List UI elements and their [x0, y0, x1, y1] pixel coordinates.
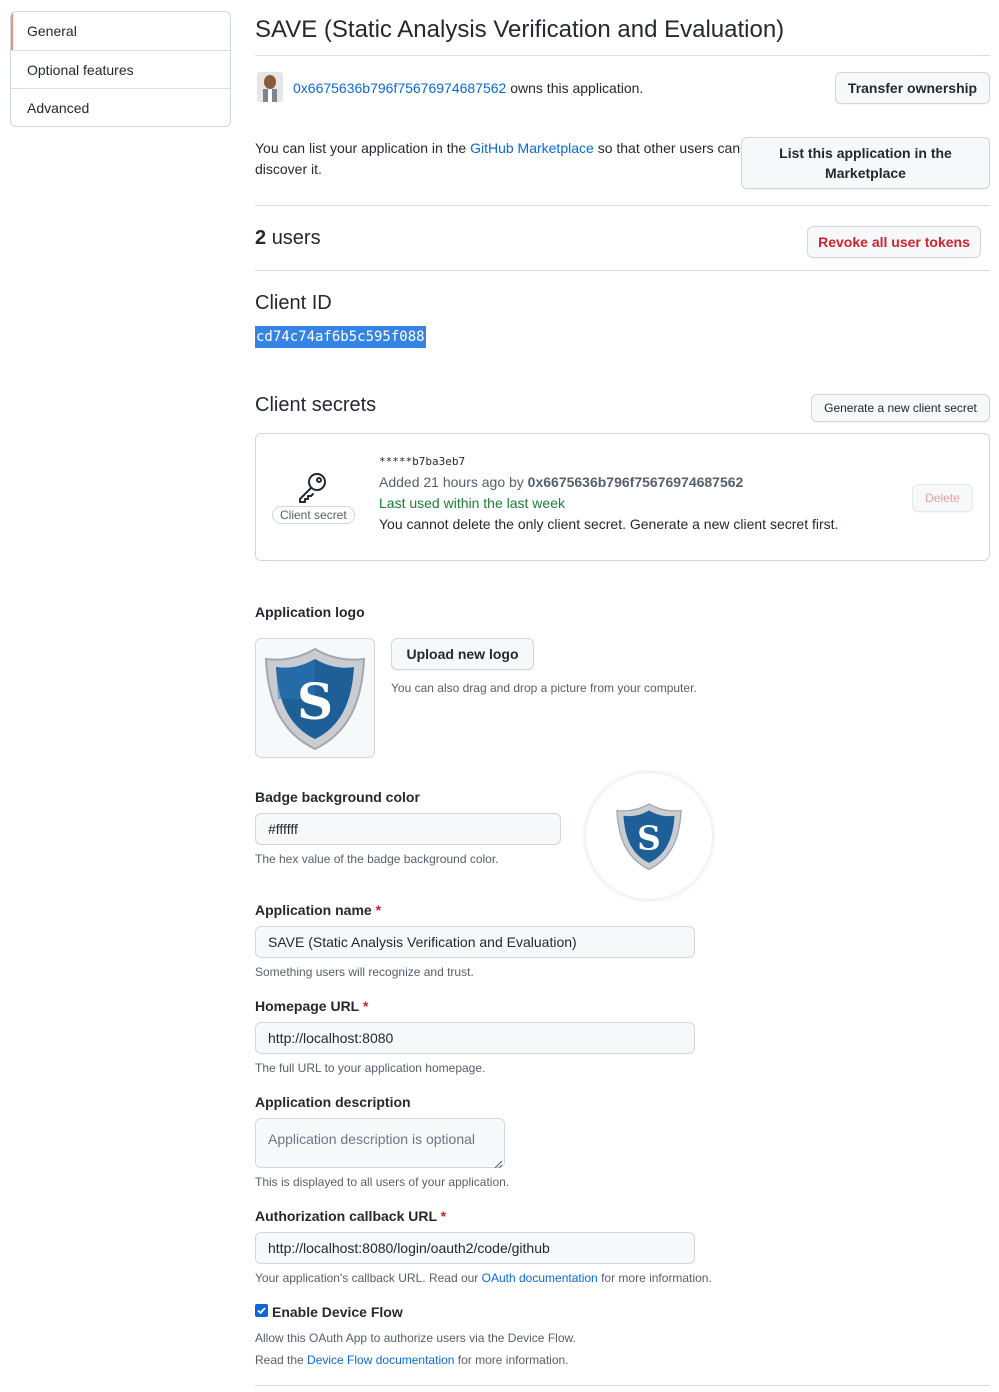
homepage-url-label: Homepage URL * [255, 998, 368, 1014]
application-description-hint: This is displayed to all users of your a… [255, 1175, 510, 1189]
marketplace-text-after: so that other users can [597, 140, 741, 156]
homepage-url-label-text: Homepage URL [255, 998, 359, 1014]
owner-line: 0x6675636b796f75676974687562 owns this a… [293, 80, 643, 96]
marketplace-text-before: You can list your application in the [255, 140, 467, 156]
logo-hint: You can also drag and drop a picture fro… [391, 681, 697, 695]
marketplace-text: You can list your application in the Git… [255, 138, 740, 180]
application-name-label-text: Application name [255, 902, 372, 918]
device-flow-docs-after: for more information. [457, 1353, 569, 1367]
divider [255, 1385, 990, 1386]
callback-url-label: Authorization callback URL * [255, 1208, 446, 1224]
oauth-documentation-link[interactable]: OAuth documentation [482, 1271, 598, 1285]
settings-sidebar: General Optional features Advanced [10, 11, 231, 127]
callback-url-input[interactable]: http://localhost:8080/login/oauth2/code/… [255, 1232, 695, 1264]
resize-handle-icon[interactable] [493, 1156, 503, 1169]
badge-preview: S [586, 773, 712, 899]
masked-secret: *****b7ba3eb7 [379, 455, 466, 468]
callback-url-label-text: Authorization callback URL [255, 1208, 437, 1224]
secret-warning: You cannot delete the only client secret… [379, 516, 839, 532]
application-name-input[interactable]: SAVE (Static Analysis Verification and E… [255, 926, 695, 958]
application-name-hint: Something users will recognize and trust… [255, 965, 474, 979]
divider [255, 205, 990, 206]
device-flow-docs-hint: Read the Device Flow documentation for m… [255, 1353, 569, 1367]
svg-text:S: S [297, 672, 333, 731]
client-secret-label: Client secret [272, 506, 355, 524]
client-secrets-heading: Client secrets [255, 394, 377, 416]
upload-logo-button[interactable]: Upload new logo [391, 638, 534, 670]
marketplace-button-line2: Marketplace [825, 165, 906, 181]
required-marker: * [375, 902, 382, 918]
application-name-label: Application name * [255, 902, 381, 918]
users-count: 2 users [255, 227, 321, 250]
secret-added-line: Added 21 hours ago by 0x6675636b796f7567… [379, 474, 743, 490]
revoke-all-tokens-button[interactable]: Revoke all user tokens [807, 226, 981, 258]
client-id-heading: Client ID [255, 292, 332, 314]
badge-color-input[interactable]: #ffffff [255, 813, 561, 845]
owner-suffix: owns this application. [510, 80, 644, 96]
key-icon [296, 470, 330, 504]
application-description-label: Application description [255, 1094, 411, 1110]
required-marker: * [362, 998, 369, 1014]
application-logo-preview: S [255, 638, 375, 758]
delete-secret-button[interactable]: Delete [912, 484, 973, 512]
device-flow-documentation-link[interactable]: Device Flow documentation [307, 1353, 454, 1367]
divider [255, 55, 990, 56]
divider [255, 270, 990, 271]
callback-hint-after: for more information. [601, 1271, 712, 1285]
device-flow-label[interactable]: Enable Device Flow [272, 1304, 403, 1320]
generate-client-secret-button[interactable]: Generate a new client secret [811, 394, 990, 422]
badge-color-label: Badge background color [255, 789, 420, 805]
device-flow-checkbox[interactable] [255, 1304, 268, 1317]
github-marketplace-link[interactable]: GitHub Marketplace [470, 140, 594, 156]
device-flow-hint: Allow this OAuth App to authorize users … [255, 1331, 576, 1345]
application-description-textarea[interactable]: Application description is optional [255, 1118, 505, 1168]
callback-url-hint: Your application's callback URL. Read ou… [255, 1271, 712, 1285]
owner-link[interactable]: 0x6675636b796f75676974687562 [293, 80, 506, 96]
callback-hint-before: Your application's callback URL. Read ou… [255, 1271, 479, 1285]
transfer-ownership-button[interactable]: Transfer ownership [835, 72, 990, 104]
list-in-marketplace-button[interactable]: List this application in the Marketplace [741, 137, 990, 189]
marketplace-button-line1: List this application in the [779, 145, 952, 161]
application-logo-label: Application logo [255, 604, 365, 620]
sidebar-item-general[interactable]: General [11, 12, 230, 50]
sidebar-item-label: General [27, 23, 77, 39]
sidebar-item-label: Optional features [27, 62, 134, 78]
shield-badge-image: S [616, 803, 682, 871]
users-count-number: 2 [255, 227, 267, 249]
required-marker: * [440, 1208, 447, 1224]
device-flow-docs-before: Read the [255, 1353, 304, 1367]
users-count-label: users [271, 227, 321, 249]
homepage-url-hint: The full URL to your application homepag… [255, 1061, 486, 1075]
page-title: SAVE (Static Analysis Verification and E… [255, 16, 785, 43]
client-id-value[interactable]: cd74c74af6b5c595f088 [255, 326, 426, 348]
client-secret-card: Client secret *****b7ba3eb7 Added 21 hou… [255, 433, 990, 561]
svg-text:S: S [637, 819, 661, 858]
sidebar-item-optional-features[interactable]: Optional features [11, 50, 230, 88]
secret-last-used: Last used within the last week [379, 495, 565, 511]
secret-added-by: 0x6675636b796f75676974687562 [527, 474, 744, 490]
secret-added-prefix: Added 21 hours ago by [379, 474, 524, 490]
sidebar-item-advanced[interactable]: Advanced [11, 88, 230, 126]
checkmark-icon [257, 1307, 266, 1315]
homepage-url-input[interactable]: http://localhost:8080 [255, 1022, 695, 1054]
marketplace-text-line2: discover it. [255, 161, 322, 177]
avatar[interactable] [257, 72, 283, 102]
badge-color-hint: The hex value of the badge background co… [255, 852, 499, 866]
sidebar-item-label: Advanced [27, 100, 90, 116]
shield-logo-image: S [264, 647, 366, 751]
